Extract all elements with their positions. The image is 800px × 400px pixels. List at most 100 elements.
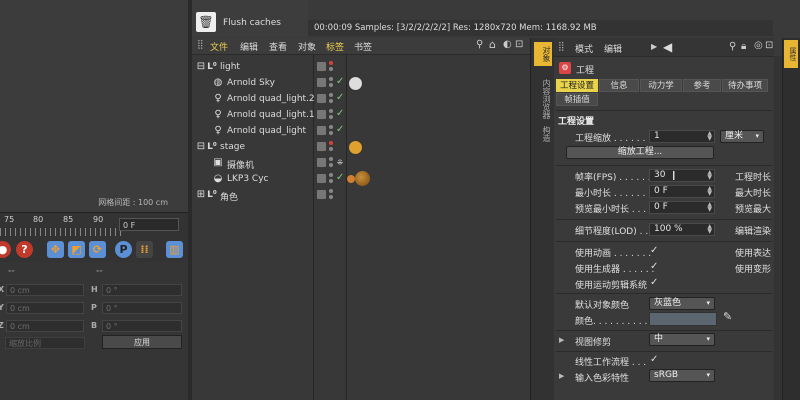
visibility-dots[interactable] [329,157,333,168]
target-icon[interactable]: ◎ [754,40,763,51]
attribute-scrollbar[interactable] [774,56,782,400]
eyedropper-icon[interactable]: ✎ [723,310,732,323]
material-tag-icon[interactable] [355,171,370,186]
layer-icon[interactable] [317,158,326,167]
rotate-key-icon[interactable]: ⟳ [89,241,106,258]
layer-icon[interactable] [317,126,326,135]
rotation-b-field[interactable]: 0 ° [102,320,182,332]
back-arrow-icon[interactable]: ◀ [663,40,672,54]
visibility-dots[interactable] [329,109,333,120]
grip-icon[interactable]: ⣿ [197,40,204,50]
tab-todo[interactable]: 待办事项 [722,79,768,92]
visibility-dots[interactable] [329,125,333,136]
menu-mode[interactable]: 模式 [575,42,593,55]
menu-tags[interactable]: 标签 [326,40,344,53]
protection-tag-icon[interactable] [348,140,363,155]
tab-objects[interactable]: 对象 [534,42,552,66]
visibility-dots[interactable] [329,61,333,72]
tab-structure[interactable]: 构造 [534,122,552,146]
lod-field[interactable]: 100 % ▲ ▼ [649,223,715,236]
scale-mode-select[interactable]: 缩放比例 [5,337,85,349]
menu-bookmarks[interactable]: 书签 [354,40,372,53]
expand-icon[interactable]: ⊡ [765,40,773,51]
color-swatch[interactable] [649,312,717,326]
search-icon[interactable]: ⚲ [476,39,483,50]
menu-view[interactable]: 查看 [269,40,287,53]
use-animation-checkbox[interactable]: ✓ [650,245,658,256]
home-icon[interactable]: ⌂ [489,38,496,51]
object-row-quad-light[interactable]: ♀ Arnold quad_light ✓ [192,123,530,139]
tab-content-browser[interactable]: 内容浏览器 [534,70,552,128]
menu-edit[interactable]: 编辑 [240,40,258,53]
object-row-camera[interactable]: ▣ 摄像机 ⁜ [192,155,530,171]
trash-icon[interactable]: 🗑 [196,12,216,32]
tab-project-settings[interactable]: 工程设置 [556,79,598,92]
viewport[interactable]: 网格间距 : 100 cm [0,0,190,212]
visibility-dots[interactable] [329,173,333,184]
filter-icon[interactable]: ◐ [503,39,512,50]
texture-tag-icon[interactable] [347,175,355,183]
tab-key-interpolation[interactable]: 帧插值 [556,93,598,106]
position-x-field[interactable]: 0 cm [6,284,84,296]
enabled-check-icon[interactable]: ✓ [336,92,344,103]
tab-info[interactable]: 信息 [599,79,639,92]
view-clipping-dropdown[interactable]: 中 ▾ [649,333,715,346]
play-arrow-icon[interactable]: ▶ [651,42,657,51]
enabled-check-icon[interactable]: ✓ [336,172,344,183]
move-key-icon[interactable]: ✥ [47,241,64,258]
sky-tag-icon[interactable] [348,76,363,91]
expand-icon[interactable]: ⊡ [515,39,523,50]
visibility-dots[interactable] [329,141,333,152]
menu-file[interactable]: 文件 [210,40,228,53]
object-row-stage[interactable]: ⊟ L⁰ stage [192,139,530,155]
enabled-check-icon[interactable]: ✓ [336,108,344,119]
layer-icon[interactable] [317,110,326,119]
use-motion-system-checkbox[interactable]: ✓ [650,277,658,288]
flush-caches-label[interactable]: Flush caches [223,18,281,28]
preview-min-field[interactable]: 0 F ▲ ▼ [649,201,715,214]
object-row-light[interactable]: ⊟ L⁰ light [192,59,530,75]
layer-icon[interactable] [317,190,326,199]
object-row-cyc[interactable]: ◒ LKP3 Cyc ✓ [192,171,530,187]
object-row-character[interactable]: ⊞ L⁰ 角色 [192,187,530,203]
min-time-field[interactable]: 0 F ▲ ▼ [649,185,715,198]
tab-attributes[interactable]: 属性 [784,40,798,68]
rotation-p-field[interactable]: 0 ° [102,302,182,314]
visibility-dots[interactable] [329,189,333,200]
visibility-dots[interactable] [329,77,333,88]
scale-key-icon[interactable]: ◩ [68,241,85,258]
lock-icon[interactable]: 🔒︎ [741,41,746,52]
object-row-quad-light-1[interactable]: ♀ Arnold quad_light.1 ✓ [192,107,530,123]
record-icon[interactable]: ● [0,241,11,258]
camera-tag-icon[interactable]: ⁜ [334,157,346,169]
menu-edit[interactable]: 编辑 [604,42,622,55]
tab-reference[interactable]: 参考 [683,79,721,92]
use-generators-checkbox[interactable]: ✓ [650,261,658,272]
rotation-h-field[interactable]: 0 ° [102,284,182,296]
enabled-check-icon[interactable]: ✓ [336,124,344,135]
layer-icon[interactable] [317,78,326,87]
search-icon[interactable]: ⚲ [729,41,736,52]
menu-objects[interactable]: 对象 [298,40,316,53]
linear-workflow-checkbox[interactable]: ✓ [650,354,658,365]
tab-dynamics[interactable]: 动力学 [640,79,682,92]
expand-arrow-icon[interactable]: ▶ [559,336,564,344]
grip-icon[interactable]: ⣿ [558,42,565,52]
help-icon[interactable]: ? [16,241,33,258]
input-color-profile-dropdown[interactable]: sRGB ▾ [649,369,715,382]
default-object-color-dropdown[interactable]: 灰蓝色 ▾ [649,297,715,310]
enabled-check-icon[interactable]: ✓ [336,76,344,87]
position-z-field[interactable]: 0 cm [6,320,84,332]
project-scale-field[interactable]: 1 ▲ ▼ [649,130,715,143]
layer-icon[interactable] [317,174,326,183]
unit-dropdown[interactable]: 厘米 ▾ [720,130,764,143]
param-key-icon[interactable]: P [115,241,132,258]
pla-key-icon[interactable]: ⁞⁞ [136,241,153,258]
visibility-dots[interactable] [329,93,333,104]
object-row-sky[interactable]: ◍ Arnold Sky ✓ [192,75,530,91]
apply-button[interactable]: 应用 [102,335,182,349]
fps-field[interactable]: 30 ▲ ▼ [649,169,715,182]
layer-icon[interactable] [317,62,326,71]
layer-icon[interactable] [317,142,326,151]
film-icon[interactable]: ▥ [166,241,183,258]
